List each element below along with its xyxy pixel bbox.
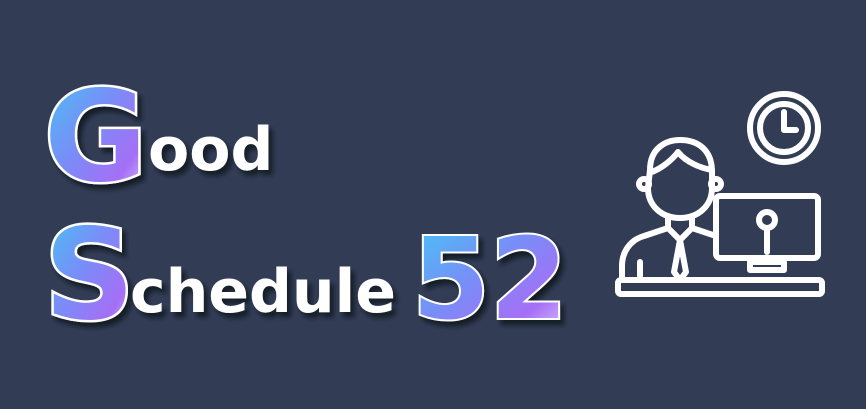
logo-initial-g: G	[44, 63, 147, 210]
desk-icon	[615, 277, 825, 297]
logo-graphic: G ood S chedule 52	[42, 61, 825, 351]
logo-word-schedule-rest: chedule	[130, 257, 396, 327]
person-at-computer-with-clock-icon	[615, 91, 825, 297]
clock-icon	[747, 91, 821, 165]
logo-initial-s: S	[44, 201, 135, 348]
logo-word-good-rest: ood	[148, 115, 273, 185]
monitor-icon	[713, 193, 821, 273]
logo-number: 52	[412, 215, 568, 345]
person-icon	[619, 137, 724, 283]
banner: G ood S chedule 52	[0, 0, 866, 409]
